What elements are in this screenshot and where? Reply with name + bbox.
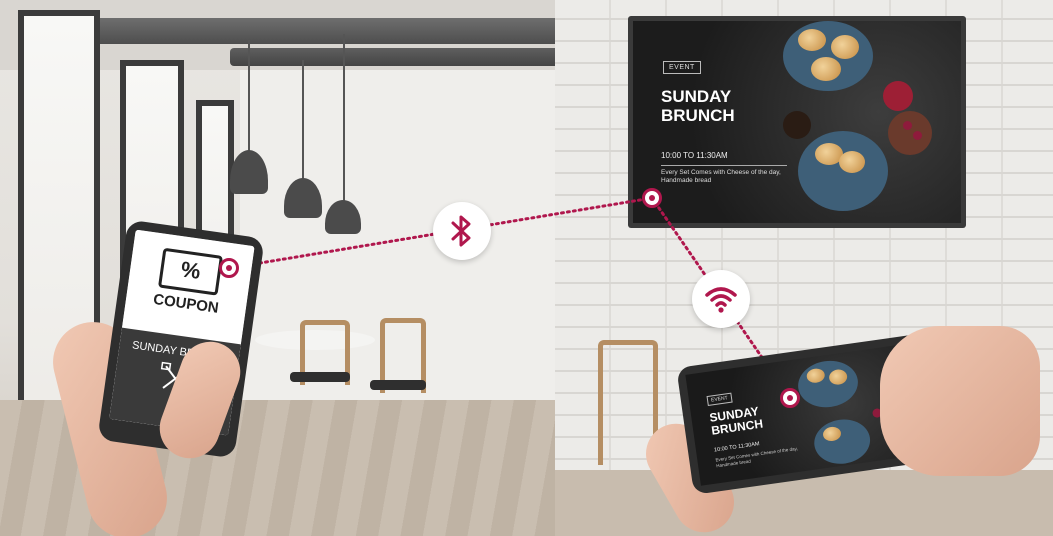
event-badge: EVENT	[706, 392, 733, 406]
plate	[795, 357, 861, 412]
event-title: SUNDAY BRUNCH	[708, 404, 764, 438]
wifi-badge	[692, 270, 750, 328]
plate	[811, 415, 873, 468]
bluetooth-badge	[433, 202, 491, 260]
tv-connection-point	[642, 188, 662, 208]
wifi-icon	[705, 287, 737, 313]
bluetooth-icon	[451, 215, 471, 247]
phone-connection-point	[219, 258, 239, 278]
coupon-label: COUPON	[152, 290, 220, 317]
coupon-ticket-icon: %	[157, 247, 223, 296]
restaurant-scene: EVENT SUNDAY BRUNCH 10:00 TO 11:30AM Eve…	[0, 0, 1053, 536]
phone-connection-point	[780, 388, 800, 408]
coupon-section: % COUPON	[121, 229, 255, 345]
right-hand-right	[880, 326, 1040, 476]
